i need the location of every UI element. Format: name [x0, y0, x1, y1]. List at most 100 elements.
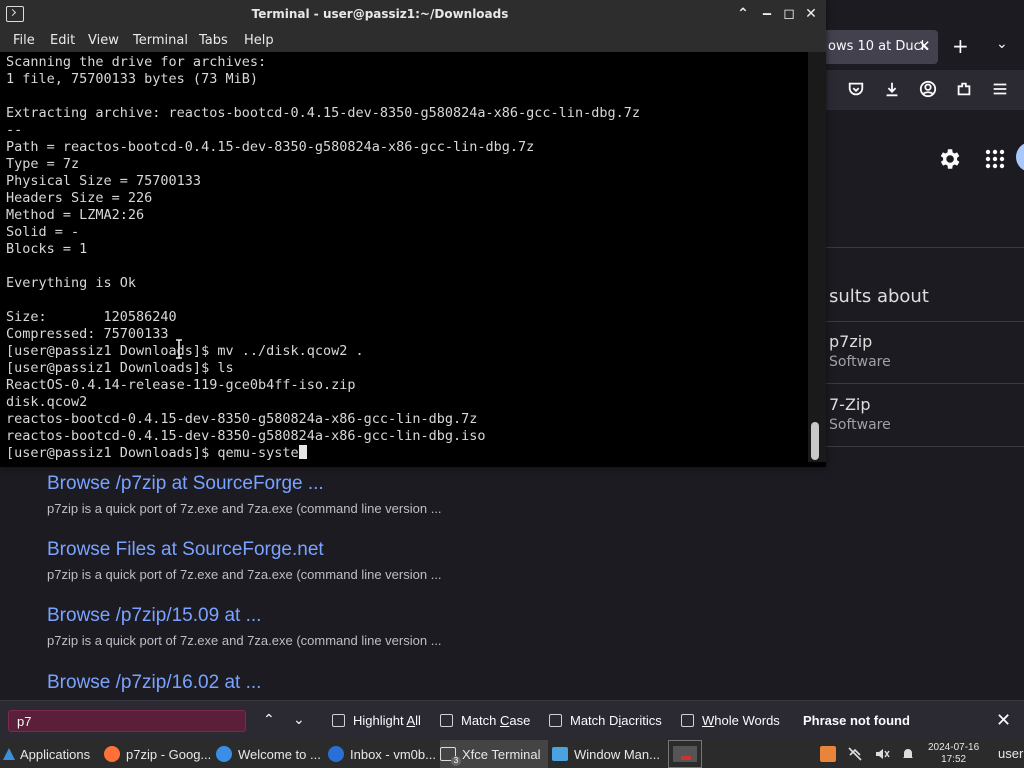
results-heading: sults about	[829, 286, 929, 307]
highlight-all-label: Highlight All	[353, 713, 421, 728]
search-result-link[interactable]: Browse Files at SourceForge.net	[47, 539, 442, 561]
scrollbar-thumb[interactable]	[811, 422, 819, 460]
minimize-button[interactable]: ‒	[759, 6, 775, 22]
taskbar: Applications p7zip - Goog... Welcome to …	[0, 740, 1024, 768]
menu-edit[interactable]: Edit	[50, 33, 75, 48]
search-result-link[interactable]: Browse /p7zip at SourceForge ...	[47, 473, 442, 495]
terminal-menubar: File Edit View Terminal Tabs Help	[0, 30, 826, 52]
tab-list-icon[interactable]: ⌄	[996, 36, 1008, 52]
find-close-icon[interactable]: ✕	[996, 710, 1011, 731]
apps-grid-icon[interactable]	[984, 148, 1006, 170]
firefox-icon	[104, 746, 120, 762]
search-result-snippet: p7zip is a quick port of 7z.exe and 7za.…	[47, 633, 442, 648]
window-manager-icon	[552, 747, 568, 761]
applications-menu[interactable]: Applications	[2, 740, 98, 768]
terminal-prompt: [user@passiz1 Downloads]$	[6, 445, 218, 461]
terminal-lines: Scanning the drive for archives: 1 file,…	[6, 54, 640, 462]
terminal-title: Terminal - user@passiz1:~/Downloads	[251, 7, 509, 21]
highlight-all-checkbox[interactable]: Highlight All	[332, 713, 421, 728]
side-result-subtitle: Software	[829, 417, 891, 433]
match-case-label: Match Case	[461, 713, 531, 728]
mail-client-icon	[328, 746, 344, 762]
account-icon[interactable]	[917, 78, 939, 100]
taskbar-item-label: Xfce Terminal	[462, 746, 541, 762]
workspace-switcher[interactable]	[668, 740, 702, 768]
terminal-titlebar[interactable]: Terminal - user@passiz1:~/Downloads ⌃ ‒ …	[0, 0, 826, 30]
volume-icon[interactable]	[874, 746, 890, 762]
terminal-icon: 3	[440, 747, 461, 766]
match-diacritics-label: Match Diacritics	[570, 713, 662, 728]
side-result-7zip[interactable]: 7-Zip Software	[829, 395, 891, 433]
workspace-window-thumb	[681, 756, 691, 760]
close-button[interactable]: ✕	[803, 6, 819, 22]
find-next-button[interactable]: ⌄	[293, 712, 305, 728]
divider	[812, 247, 1024, 248]
side-result-subtitle: Software	[829, 354, 891, 370]
tray-app-icon[interactable]	[820, 746, 836, 762]
menu-tabs[interactable]: Tabs	[199, 33, 228, 48]
side-result-title: p7zip	[829, 332, 873, 351]
checkbox-icon	[549, 714, 562, 727]
checkbox-icon	[332, 714, 345, 727]
terminal-window: Terminal - user@passiz1:~/Downloads ⌃ ‒ …	[0, 0, 826, 467]
user-menu[interactable]: user	[998, 746, 1023, 761]
menu-terminal[interactable]: Terminal	[133, 33, 188, 48]
new-tab-button[interactable]: +	[952, 34, 969, 58]
settings-gear-icon[interactable]	[936, 146, 962, 172]
match-case-checkbox[interactable]: Match Case	[440, 713, 530, 728]
applications-label: Applications	[20, 746, 91, 762]
side-result-title: 7-Zip	[829, 395, 871, 414]
search-result-link[interactable]: Browse /p7zip/16.02 at ...	[47, 672, 261, 694]
checkbox-icon	[681, 714, 694, 727]
search-result-link[interactable]: Browse /p7zip/15.09 at ...	[47, 605, 442, 627]
menu-view[interactable]: View	[88, 33, 119, 48]
find-previous-button[interactable]: ⌃	[263, 712, 275, 728]
find-input[interactable]	[8, 710, 246, 732]
taskbar-item-firefox[interactable]: p7zip - Goog...	[104, 740, 212, 768]
maximize-button[interactable]: ◻	[781, 6, 797, 22]
taskbar-item-label: Welcome to ...	[238, 746, 321, 762]
window-count-badge: 3	[451, 756, 461, 766]
ibeam-cursor-icon	[176, 339, 182, 359]
taskbar-item-welcome[interactable]: Welcome to ...	[216, 740, 324, 768]
search-result: Browse Files at SourceForge.net p7zip is…	[47, 539, 442, 582]
whole-words-label: Whole Words	[702, 713, 780, 728]
find-bar: ⌃ ⌄ Highlight All Match Case Match Diacr…	[0, 700, 1024, 741]
pocket-icon[interactable]	[845, 78, 867, 100]
maximize-up-icon[interactable]: ⌃	[735, 6, 751, 22]
notification-bell-icon[interactable]	[900, 746, 916, 762]
divider	[812, 446, 1024, 447]
menu-help[interactable]: Help	[244, 33, 274, 48]
browser-globe-icon	[216, 746, 232, 762]
download-icon[interactable]	[881, 78, 903, 100]
find-status: Phrase not found	[803, 713, 910, 728]
workspace-preview	[673, 746, 697, 762]
taskbar-item-label: Inbox - vm0b...	[350, 746, 436, 762]
search-result-snippet: p7zip is a quick port of 7z.exe and 7za.…	[47, 501, 442, 516]
match-diacritics-checkbox[interactable]: Match Diacritics	[549, 713, 662, 728]
clock-time: 17:52	[941, 754, 967, 765]
network-disconnected-icon[interactable]	[847, 746, 863, 762]
side-result-p7zip[interactable]: p7zip Software	[829, 332, 891, 370]
menu-file[interactable]: File	[13, 33, 35, 48]
xfce-logo-icon	[3, 748, 15, 760]
extensions-icon[interactable]	[953, 78, 975, 100]
taskbar-item-inbox[interactable]: Inbox - vm0b...	[328, 740, 436, 768]
whole-words-checkbox[interactable]: Whole Words	[681, 713, 780, 728]
terminal-scrollbar[interactable]	[808, 52, 826, 462]
search-result-snippet: p7zip is a quick port of 7z.exe and 7za.…	[47, 567, 442, 582]
clock[interactable]: 2024-07-16 17:52	[928, 742, 979, 766]
text-cursor	[298, 445, 307, 459]
taskbar-item-label: Window Man...	[574, 746, 660, 762]
search-result: Browse /p7zip/15.09 at ... p7zip is a qu…	[47, 605, 442, 648]
taskbar-item-terminal[interactable]: 3 Xfce Terminal	[440, 740, 548, 768]
divider	[812, 321, 1024, 322]
terminal-output[interactable]: Scanning the drive for archives: 1 file,…	[0, 52, 808, 462]
browser-tab[interactable]: ows 10 at Duck ✕	[812, 30, 938, 64]
tab-close-icon[interactable]: ✕	[918, 37, 931, 55]
clock-date: 2024-07-16	[928, 742, 980, 753]
search-result: Browse /p7zip at SourceForge ... p7zip i…	[47, 473, 442, 516]
tab-title: ows 10 at Duck	[828, 39, 929, 54]
menu-icon[interactable]	[989, 78, 1011, 100]
taskbar-item-window-manager[interactable]: Window Man...	[552, 740, 662, 768]
